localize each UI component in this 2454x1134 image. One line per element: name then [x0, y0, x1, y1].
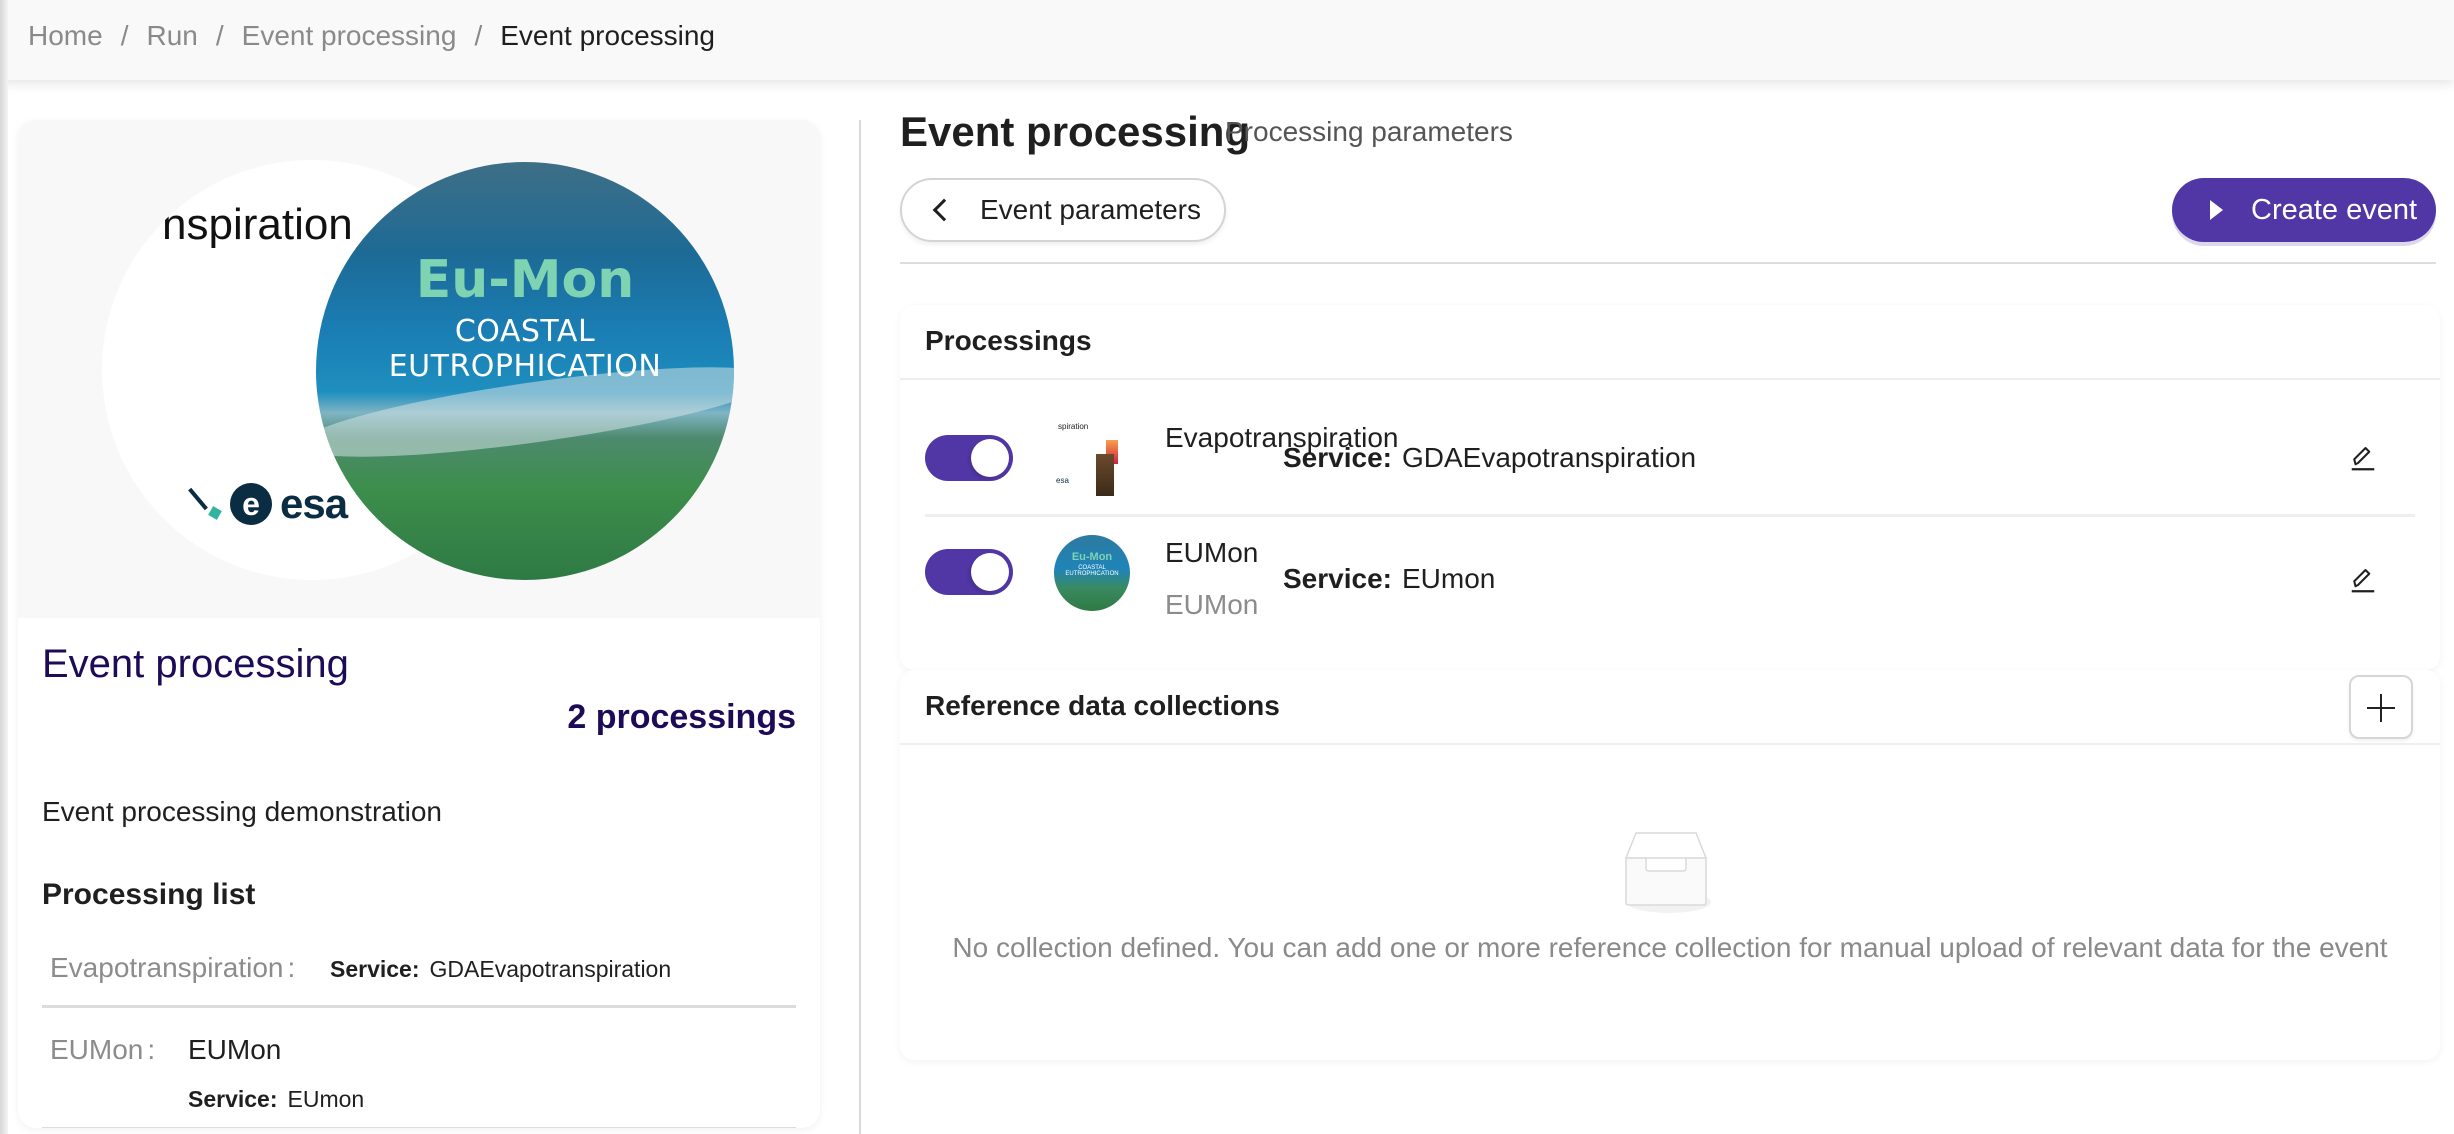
processing-list-title: Processing list [42, 878, 256, 911]
processing-name: EUMon [1165, 537, 1259, 568]
eumon-image-title: Eu-Mon [415, 250, 635, 310]
play-icon [2210, 200, 2223, 220]
eumon-image-subtitle: COASTAL EUTROPHICATION [388, 314, 662, 384]
header-divider [900, 262, 2436, 264]
thumbnail-text: spiration [1058, 422, 1089, 431]
processing-thumbnail: spiration esa [1054, 420, 1130, 496]
back-button-label: Event parameters [980, 194, 1201, 225]
processing-thumbnail: Eu-Mon COASTAL EUTROPHICATION [1054, 535, 1130, 611]
panel-divider [859, 120, 861, 1134]
processing-list-item: EUMon: EUMon Service: EUmon [42, 1008, 796, 1128]
processing-list-item: Evapotranspiration: Service: GDAEvapotran… [42, 938, 796, 1008]
thumbnail-logo: esa [1056, 476, 1069, 485]
thumbnail-text: COASTAL EUTROPHICATION [1065, 565, 1119, 577]
event-description: Event processing demonstration [42, 796, 442, 827]
processing-list-label: EUMon: [50, 1034, 156, 1065]
processing-secondary-name: EUMon [1165, 589, 1259, 620]
edit-icon[interactable] [2348, 443, 2378, 473]
rocket-icon [192, 484, 222, 524]
thumbnail-graphic [1096, 454, 1114, 496]
add-collection-button[interactable] [2349, 675, 2413, 739]
create-event-button[interactable]: Create event [2172, 178, 2436, 242]
processing-list-name: EUMon [188, 1034, 282, 1065]
empty-state-message: No collection defined. You can add one o… [952, 932, 2388, 963]
processing-list-label: Evapotranspiration: [50, 952, 296, 983]
breadcrumb-separator: / [120, 20, 129, 51]
hero-images: nspiration e esa Eu-Mon COASTAL EUTROPHI… [18, 120, 820, 618]
breadcrumb-run[interactable]: Run [146, 20, 197, 52]
row-divider [925, 514, 2415, 517]
page-title: Event processing [900, 108, 1251, 155]
esa-logo-text: esa [280, 480, 348, 527]
processing-enabled-toggle[interactable] [925, 549, 1013, 595]
reference-collections-title: Reference data collections [925, 690, 1280, 721]
breadcrumb-bar: Home / Run / Event processing / Event pr… [0, 0, 2454, 80]
toggle-knob [971, 439, 1009, 477]
page-subtitle: Processing parameters [1225, 116, 1513, 147]
edit-icon[interactable] [2348, 565, 2378, 595]
esa-logo: e esa [192, 480, 348, 528]
processings-card: Processings spiration esa Evapotranspira… [900, 305, 2440, 670]
window-edge-shadow [0, 0, 8, 1134]
processing-service: Service: GDAEvapotranspiration [1283, 442, 1697, 473]
evapotranspiration-image-text: nspiration [162, 200, 353, 249]
breadcrumb-separator: / [474, 20, 483, 51]
breadcrumb-current: Event processing [500, 20, 716, 51]
esa-logo-mark: e [230, 483, 272, 525]
event-summary-card: nspiration e esa Eu-Mon COASTAL EUTROPHI… [18, 120, 820, 1128]
thumbnail-text: Eu-Mon [1071, 551, 1113, 563]
card-header-divider [900, 378, 2440, 380]
breadcrumb: Home / Run / Event processing / Event pr… [28, 20, 715, 52]
processing-list-service: Service: EUmon [188, 1086, 365, 1112]
create-event-label: Create event [2251, 193, 2418, 226]
processing-count: 2 processings [567, 698, 796, 736]
chevron-left-icon [932, 198, 956, 222]
empty-inbox-icon [1624, 832, 1711, 913]
processings-title: Processings [925, 325, 1092, 356]
event-parameters-back-button[interactable]: Event parameters [900, 178, 1226, 242]
card-header-divider [900, 743, 2440, 745]
breadcrumb-home[interactable]: Home [28, 20, 103, 52]
processing-list-service: Service: GDAEvapotranspiration [330, 956, 672, 982]
processing-service: Service: EUmon [1283, 563, 1496, 594]
eumon-image: Eu-Mon COASTAL EUTROPHICATION [316, 162, 734, 580]
breadcrumb-event-processing[interactable]: Event processing [242, 20, 457, 52]
event-title: Event processing [42, 642, 349, 686]
reference-collections-card: Reference data collections No collection… [900, 670, 2440, 1060]
toggle-knob [971, 553, 1009, 591]
breadcrumb-separator: / [215, 20, 224, 51]
processing-enabled-toggle[interactable] [925, 435, 1013, 481]
